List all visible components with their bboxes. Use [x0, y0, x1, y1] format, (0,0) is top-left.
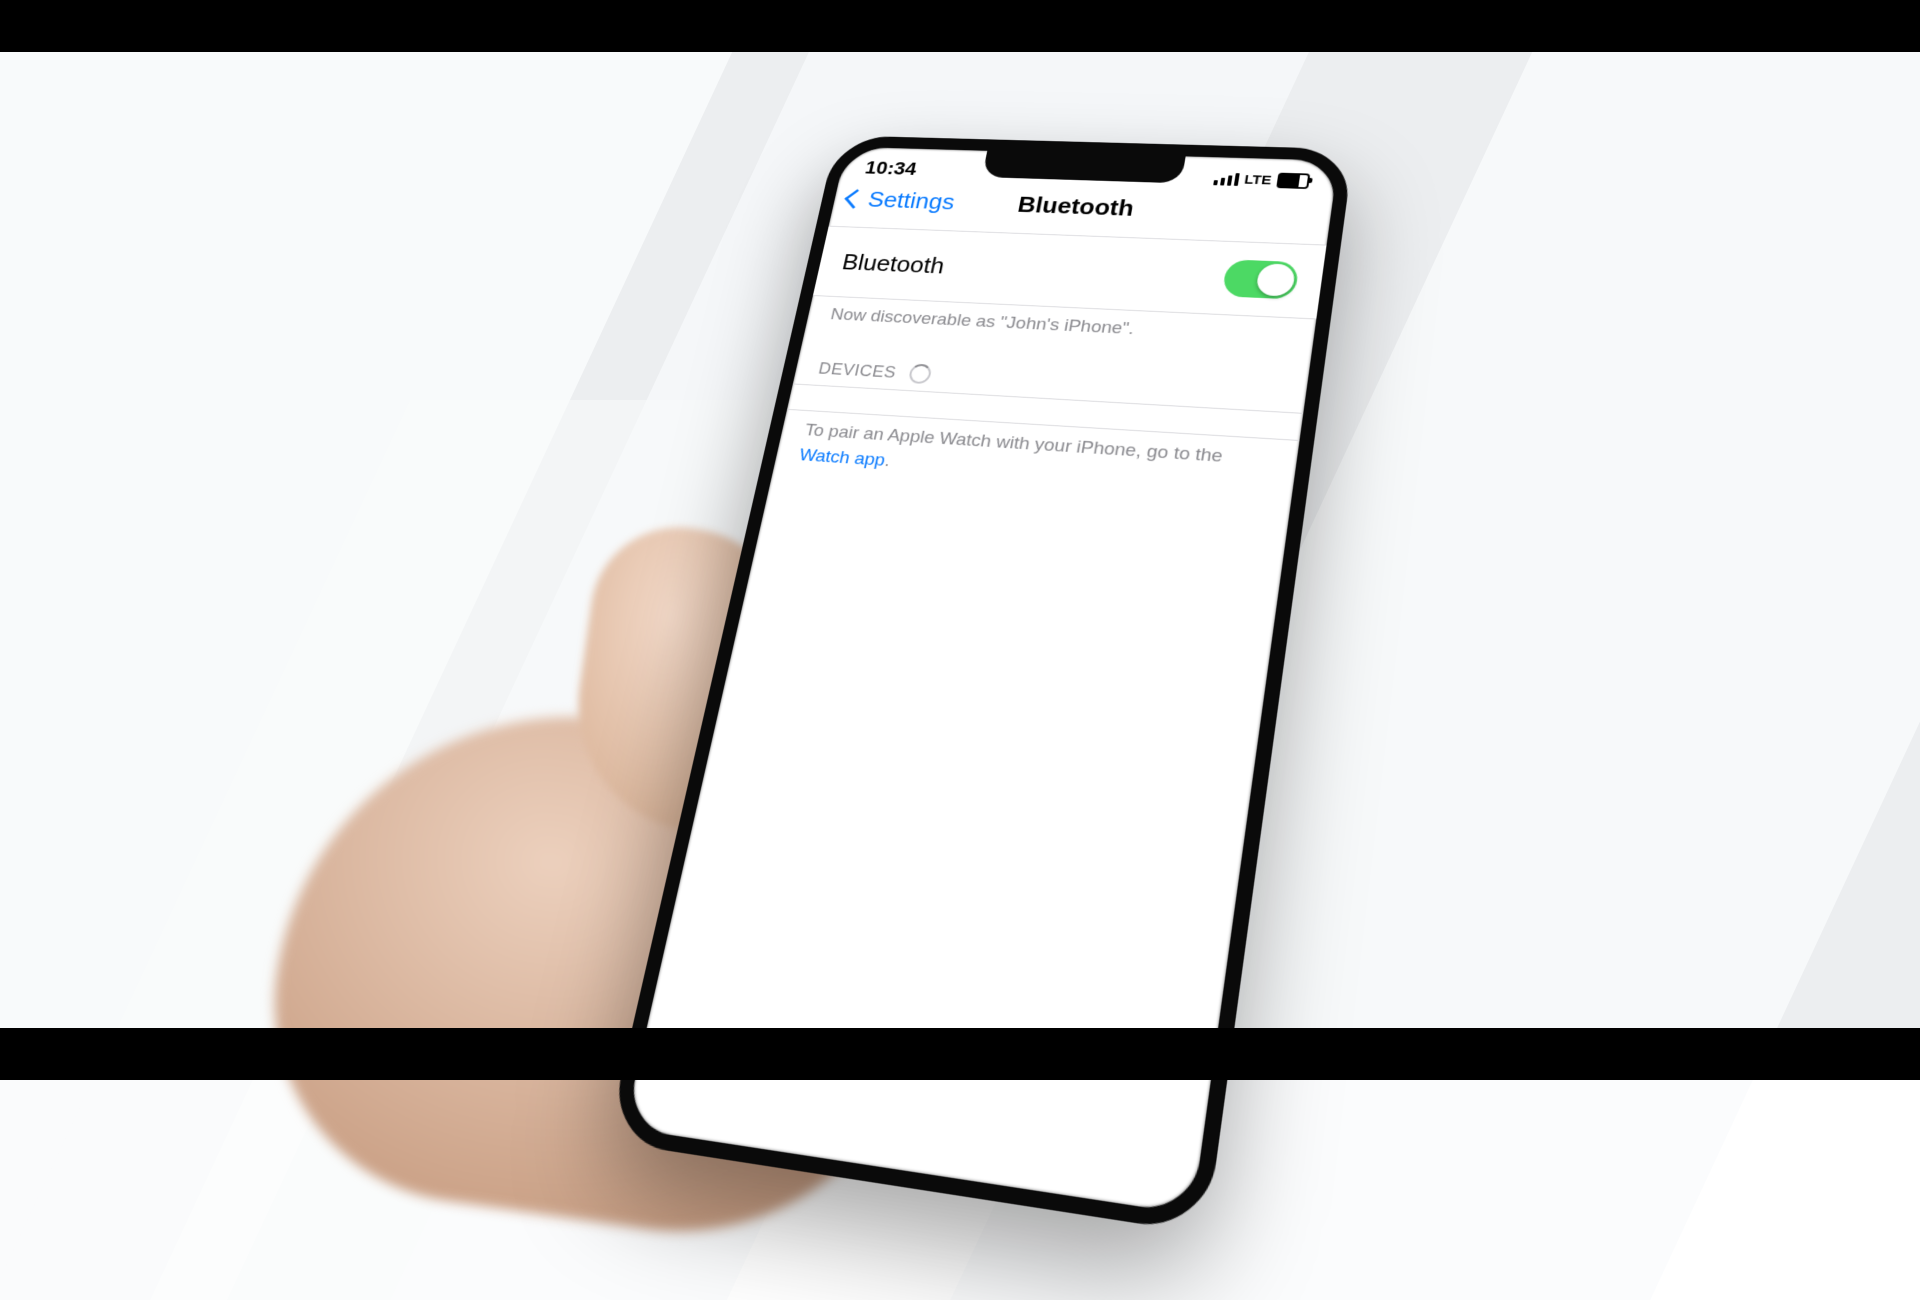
- letterbox-bar: [0, 0, 1920, 52]
- letterbox-bar: [0, 1028, 1920, 1080]
- signal-icon: [1213, 172, 1240, 185]
- status-time: 10:34: [863, 157, 919, 180]
- chevron-left-icon: [844, 189, 866, 209]
- devices-header: DEVICES: [817, 359, 898, 382]
- back-button[interactable]: Settings: [845, 186, 957, 215]
- network-label: LTE: [1243, 172, 1272, 187]
- battery-icon: [1276, 173, 1310, 189]
- watch-app-link[interactable]: Watch app: [797, 445, 886, 470]
- pairing-hint: To pair an Apple Watch with your iPhone,…: [773, 410, 1300, 509]
- bluetooth-toggle[interactable]: [1222, 259, 1300, 299]
- back-label: Settings: [866, 187, 957, 216]
- spinner-icon: [907, 364, 932, 385]
- bluetooth-label: Bluetooth: [840, 249, 947, 279]
